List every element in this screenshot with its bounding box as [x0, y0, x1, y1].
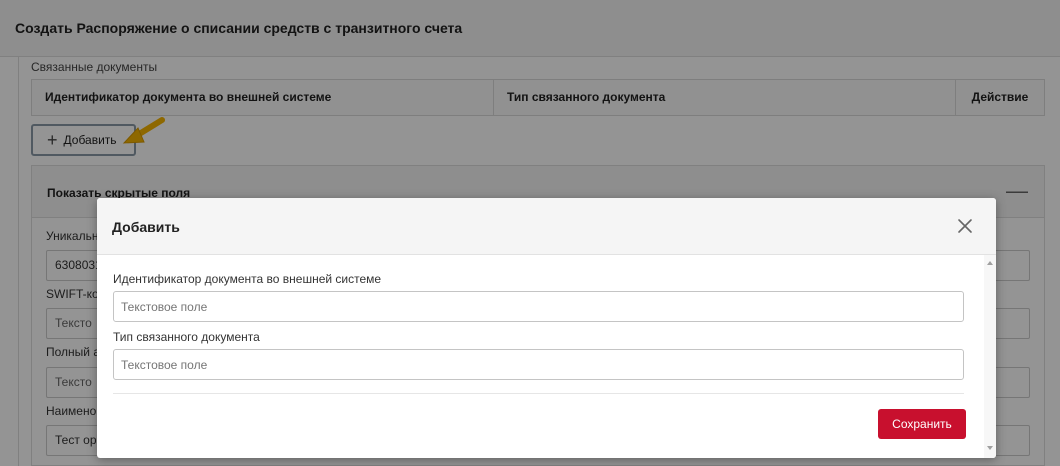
external-id-input[interactable]	[113, 291, 964, 322]
add-document-modal: Добавить Идентификатор документа во внеш…	[97, 198, 996, 458]
doc-type-input[interactable]	[113, 349, 964, 380]
modal-title: Добавить	[112, 219, 180, 235]
close-icon[interactable]	[955, 216, 975, 236]
external-id-label: Идентификатор документа во внешней систе…	[113, 272, 382, 286]
scroll-up-icon[interactable]	[987, 261, 993, 265]
modal-divider	[113, 393, 964, 394]
modal-body: Идентификатор документа во внешней систе…	[97, 255, 984, 458]
modal-scrollbar[interactable]	[984, 255, 996, 458]
doc-type-label: Тип связанного документа	[113, 330, 260, 344]
modal-header: Добавить	[97, 198, 996, 255]
save-button[interactable]: Сохранить	[878, 409, 966, 439]
scroll-down-icon[interactable]	[987, 446, 993, 450]
